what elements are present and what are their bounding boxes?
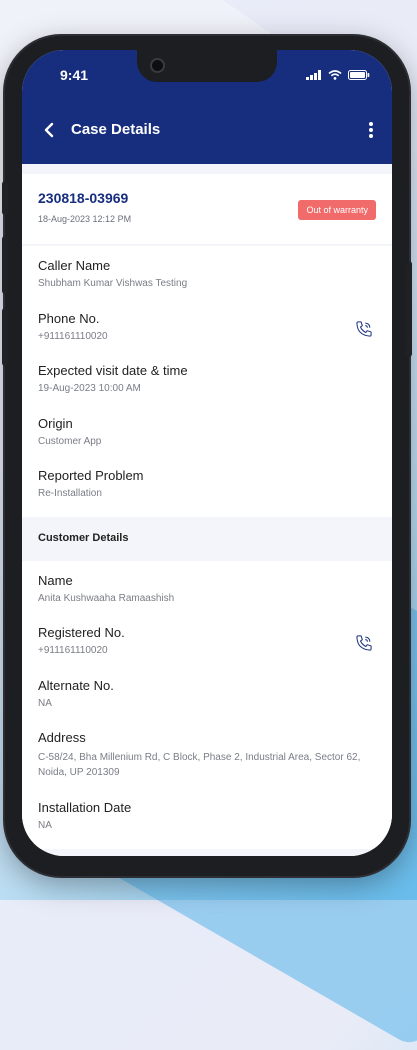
field-value: 19-Aug-2023 10:00 AM xyxy=(38,383,141,394)
alternate-no-field: Alternate No. NA xyxy=(22,670,392,723)
field-label: Registered No. xyxy=(38,625,125,640)
field-value: Customer App xyxy=(38,435,102,447)
registered-no-field: Registered No. +911161110020 xyxy=(22,617,392,670)
case-id: 230818-03969 xyxy=(38,190,129,206)
phone-button xyxy=(2,181,8,215)
field-label: Reported Problem xyxy=(38,468,144,483)
field-value: NA xyxy=(38,820,52,831)
signal-icon xyxy=(306,70,321,80)
field-value: Shubham Kumar Vishwas Testing xyxy=(38,278,188,289)
customer-name-field: Name Anita Kushwaaha Ramaashish xyxy=(22,565,392,618)
field-value: Anita Kushwaaha Ramaashish xyxy=(38,592,175,604)
customer-details-header: Customer Details xyxy=(22,516,392,559)
field-value: Re-Installation xyxy=(38,488,102,499)
phone-no-field: Phone No. +911161110020 xyxy=(22,303,392,356)
more-vertical-icon[interactable] xyxy=(364,116,378,144)
field-label: Phone No. xyxy=(38,310,100,326)
back-arrow-icon[interactable] xyxy=(42,120,58,140)
field-label: Address xyxy=(38,730,86,745)
phone-call-icon[interactable] xyxy=(354,633,374,653)
warranty-status-badge: Out of warranty xyxy=(298,200,376,220)
section-title: Customer Details xyxy=(38,531,129,544)
status-icons xyxy=(306,70,370,80)
field-label: Name xyxy=(38,572,73,588)
installation-date-field: Installation Date NA xyxy=(22,792,392,845)
field-value: NA xyxy=(38,697,52,709)
customer-info-section: Name Anita Kushwaaha Ramaashish Register… xyxy=(22,560,392,849)
field-value: +911161110020 xyxy=(38,330,108,342)
field-label: Installation Date xyxy=(38,800,132,815)
case-datetime: 18-Aug-2023 12:12 PM xyxy=(38,214,132,224)
field-value: C-58/24, Bha Millenium Rd, C Block, Phas… xyxy=(38,752,361,778)
reported-problem-field: Reported Problem Re-Installation xyxy=(22,460,392,513)
phone-call-icon[interactable] xyxy=(354,319,374,339)
phone-screen: 9:41 Case Details 230818-03969 18-Aug-20… xyxy=(22,50,392,856)
field-value: +911161110020 xyxy=(38,645,108,656)
phone-frame: 9:41 Case Details 230818-03969 18-Aug-20… xyxy=(2,36,412,876)
field-label: Expected visit date & time xyxy=(38,363,188,378)
app-bar: Case Details xyxy=(22,98,392,164)
phone-button xyxy=(406,261,412,357)
camera-icon xyxy=(150,58,165,73)
phone-button xyxy=(2,236,8,294)
battery-icon xyxy=(348,70,370,80)
page-title: Case Details xyxy=(71,121,161,138)
field-label: Caller Name xyxy=(38,258,111,273)
status-time: 9:41 xyxy=(60,67,89,83)
field-label: Origin xyxy=(38,415,73,431)
origin-field: Origin Customer App xyxy=(22,408,392,461)
field-label: Alternate No. xyxy=(38,677,114,693)
case-details-content: 230818-03969 18-Aug-2023 12:12 PM Out of… xyxy=(22,164,392,856)
wifi-icon xyxy=(328,70,342,80)
case-summary-card: 230818-03969 18-Aug-2023 12:12 PM Out of… xyxy=(22,174,392,244)
address-field: Address C-58/24, Bha Millenium Rd, C Blo… xyxy=(22,722,392,792)
expected-visit-field: Expected visit date & time 19-Aug-2023 1… xyxy=(22,355,392,408)
caller-name-field: Caller Name Shubham Kumar Vishwas Testin… xyxy=(22,250,392,303)
phone-button xyxy=(2,308,8,366)
case-info-section: Caller Name Shubham Kumar Vishwas Testin… xyxy=(22,246,392,517)
